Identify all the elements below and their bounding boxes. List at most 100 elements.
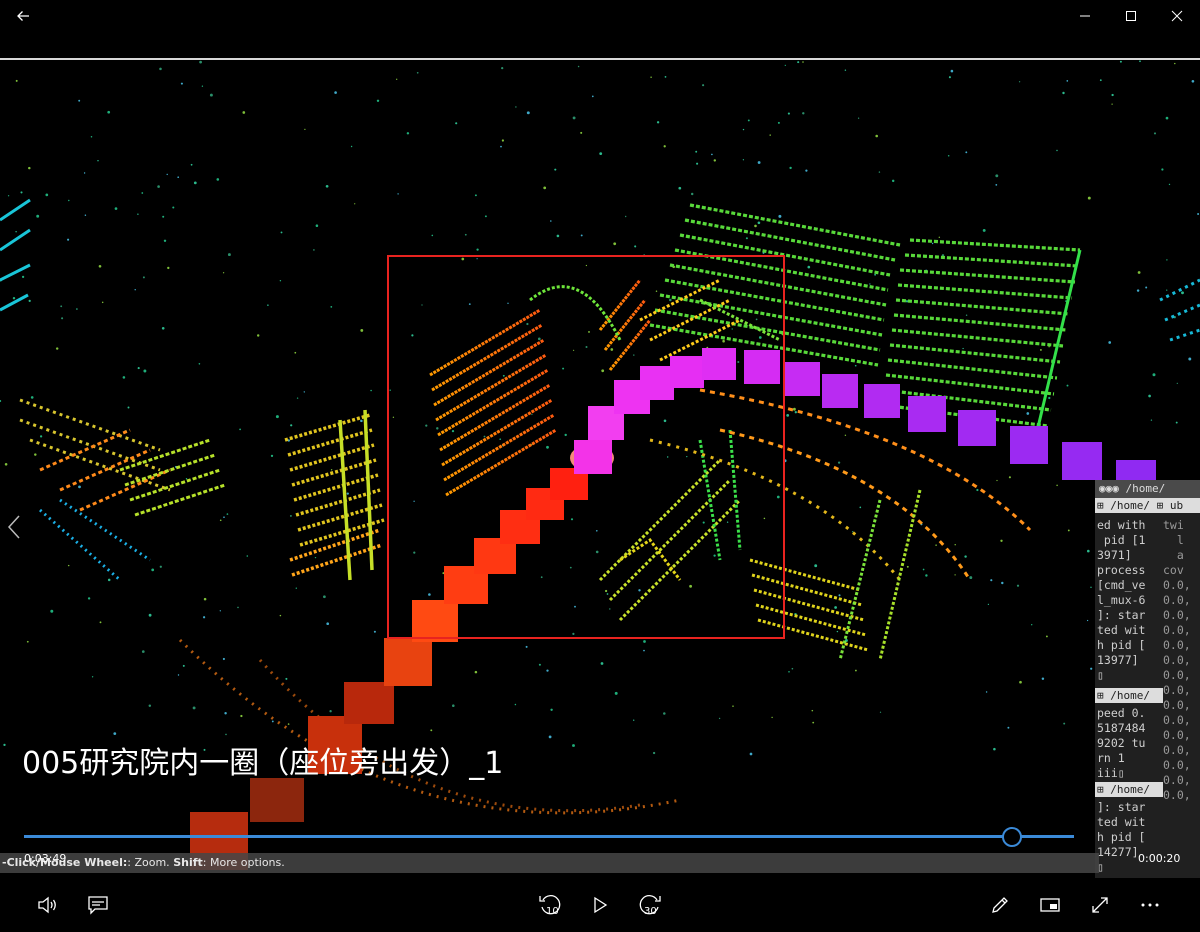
seek-thumb[interactable]	[1002, 827, 1022, 847]
terminal-line: 0.0,	[1163, 593, 1191, 607]
terminal-line: ted wit	[1097, 623, 1146, 637]
terminal-tab[interactable]: ⊞ /home/ ⊞ ub	[1095, 498, 1200, 513]
captions-button[interactable]	[74, 878, 122, 932]
back-arrow-icon	[17, 11, 29, 21]
play-icon	[594, 896, 608, 914]
terminal-line: 0.0,	[1163, 608, 1191, 622]
video-caption: 005研究院内一圈（座位旁出发）_1	[22, 746, 504, 781]
expand-icon	[1092, 897, 1108, 913]
skip-forward-30-icon: 30	[639, 895, 661, 917]
skip-back-10-icon: 10	[539, 895, 561, 917]
far-right-points	[1159, 278, 1200, 342]
back-button[interactable]	[0, 0, 46, 32]
terminal-line: twi	[1163, 518, 1184, 532]
terminal-line: 9202 tu	[1097, 736, 1146, 750]
terminal-pane-tab-3[interactable]: ⊞ /home/	[1095, 782, 1163, 797]
seek-bar[interactable]	[24, 835, 1074, 838]
terminal-line: ▯	[1097, 668, 1104, 682]
ellipsis-icon	[1141, 903, 1159, 907]
skip-forward-button[interactable]: 30	[626, 878, 674, 932]
terminal-line: 5187484	[1097, 721, 1146, 735]
terminal-line: process	[1097, 563, 1146, 577]
elapsed-time: 0:03:49	[24, 852, 67, 865]
bottom-right-fence	[749, 489, 922, 661]
picture-in-picture-icon	[1040, 898, 1060, 912]
terminal-line: 0.0,	[1163, 758, 1191, 772]
maximize-icon	[1126, 11, 1136, 21]
mini-view-button[interactable]	[1026, 878, 1074, 932]
terminal-tab-right-label: ub	[1169, 499, 1184, 512]
terminal-line: 0.0,	[1163, 713, 1191, 727]
terminal-line: a	[1163, 548, 1184, 562]
player-controls: 10 30	[0, 878, 1200, 932]
play-button[interactable]	[576, 878, 624, 932]
terminal-line: pid [1	[1097, 533, 1146, 547]
status-hint-bar: -Click/Mouse Wheel:: Zoom. Shift: More o…	[0, 853, 1099, 873]
terminal-tab-icon: ⊞	[1097, 689, 1104, 702]
more-options-button[interactable]	[1126, 878, 1174, 932]
terminal-title: /home/	[1125, 482, 1166, 495]
title-bar	[0, 0, 1200, 32]
terminal-line: [cmd_ve	[1097, 578, 1146, 592]
pencil-icon	[992, 897, 1008, 913]
minimize-icon	[1080, 15, 1090, 17]
hint-shift: Shift	[173, 856, 203, 869]
fullscreen-button[interactable]	[1076, 878, 1124, 932]
green-structure-inside-box	[529, 278, 781, 622]
terminal-line: ed with	[1097, 518, 1146, 532]
terminal-line: peed 0.	[1097, 706, 1146, 720]
close-button[interactable]	[1154, 0, 1200, 32]
edit-button[interactable]	[976, 878, 1024, 932]
terminal-line: h pid [	[1097, 830, 1146, 844]
terminal-line: l_mux-6	[1097, 593, 1146, 607]
skip-back-button[interactable]: 10	[526, 878, 574, 932]
terminal-pane-right: twi l a cov 0.0, 0.0, 0.0, 0.0, 0.0, 0.0, 0.0, 0.…	[1163, 518, 1200, 803]
terminal-tab-icon: ⊞	[1097, 499, 1104, 512]
svg-text:30: 30	[644, 906, 657, 917]
terminal-pane-tab-3-label: /home/	[1110, 783, 1150, 796]
terminal-line: 13977]	[1097, 653, 1139, 667]
terminal-pane-tab-2[interactable]: ⊞ /home/	[1095, 688, 1163, 703]
terminal-line: 0.0,	[1163, 638, 1191, 652]
terminal-line: ]: star	[1097, 608, 1146, 622]
terminal-line: 0.0,	[1163, 683, 1191, 697]
terminal-line: 0.0,	[1163, 698, 1191, 712]
left-fence	[284, 409, 385, 581]
minimize-button[interactable]	[1062, 0, 1108, 32]
terminal-tab-icon: ⊞	[1097, 783, 1104, 796]
terminal-pane-left-top: ed with pid [1 3971] process [cmd_ve l_mux-6…	[1097, 518, 1163, 683]
terminal-line: h pid [	[1097, 638, 1146, 652]
left-structure	[0, 198, 226, 582]
terminal-line: ted wit	[1097, 815, 1146, 829]
terminal-titlebar: ◉◉◉ /home/	[1095, 480, 1200, 498]
volume-button[interactable]	[24, 878, 72, 932]
trajectory-magenta	[570, 348, 1156, 490]
terminal-pane-left-mid: peed 0. 5187484 9202 tu rn 1 iii▯	[1097, 706, 1163, 781]
terminal-line: cov	[1163, 563, 1184, 577]
terminal-window: ◉◉◉ /home/ ⊞ /home/ ⊞ ub ed with pid [1 3…	[1095, 480, 1200, 878]
terminal-line: 0.0,	[1163, 668, 1191, 682]
terminal-window-controls[interactable]: ◉◉◉	[1099, 482, 1119, 495]
terminal-line: 0.0,	[1163, 773, 1191, 787]
terminal-line: 3971]	[1097, 548, 1132, 562]
hint-zoom: : Zoom.	[127, 856, 174, 869]
terminal-tab-label: /home/	[1110, 499, 1150, 512]
captions-icon	[88, 896, 108, 915]
terminal-line: rn 1	[1097, 751, 1125, 765]
chevron-left-icon	[7, 515, 20, 539]
remaining-time: 0:00:20	[1138, 852, 1181, 865]
speaker-icon	[38, 896, 56, 914]
terminal-line: iii▯	[1097, 766, 1125, 780]
terminal-pane-tab-2-label: /home/	[1110, 689, 1150, 702]
terminal-line: 0.0,	[1163, 728, 1191, 742]
previous-button[interactable]	[0, 505, 28, 549]
terminal-line: 0.0,	[1163, 623, 1191, 637]
terminal-line: 0.0,	[1163, 578, 1191, 592]
terminal-line: 0.0,	[1163, 788, 1191, 802]
terminal-line: ]: star	[1097, 800, 1146, 814]
close-icon	[1171, 10, 1183, 22]
terminal-line: 0.0,	[1163, 743, 1191, 757]
maximize-button[interactable]	[1108, 0, 1154, 32]
hint-rest: : More options.	[202, 856, 285, 869]
terminal-line: 0.0,	[1163, 653, 1191, 667]
